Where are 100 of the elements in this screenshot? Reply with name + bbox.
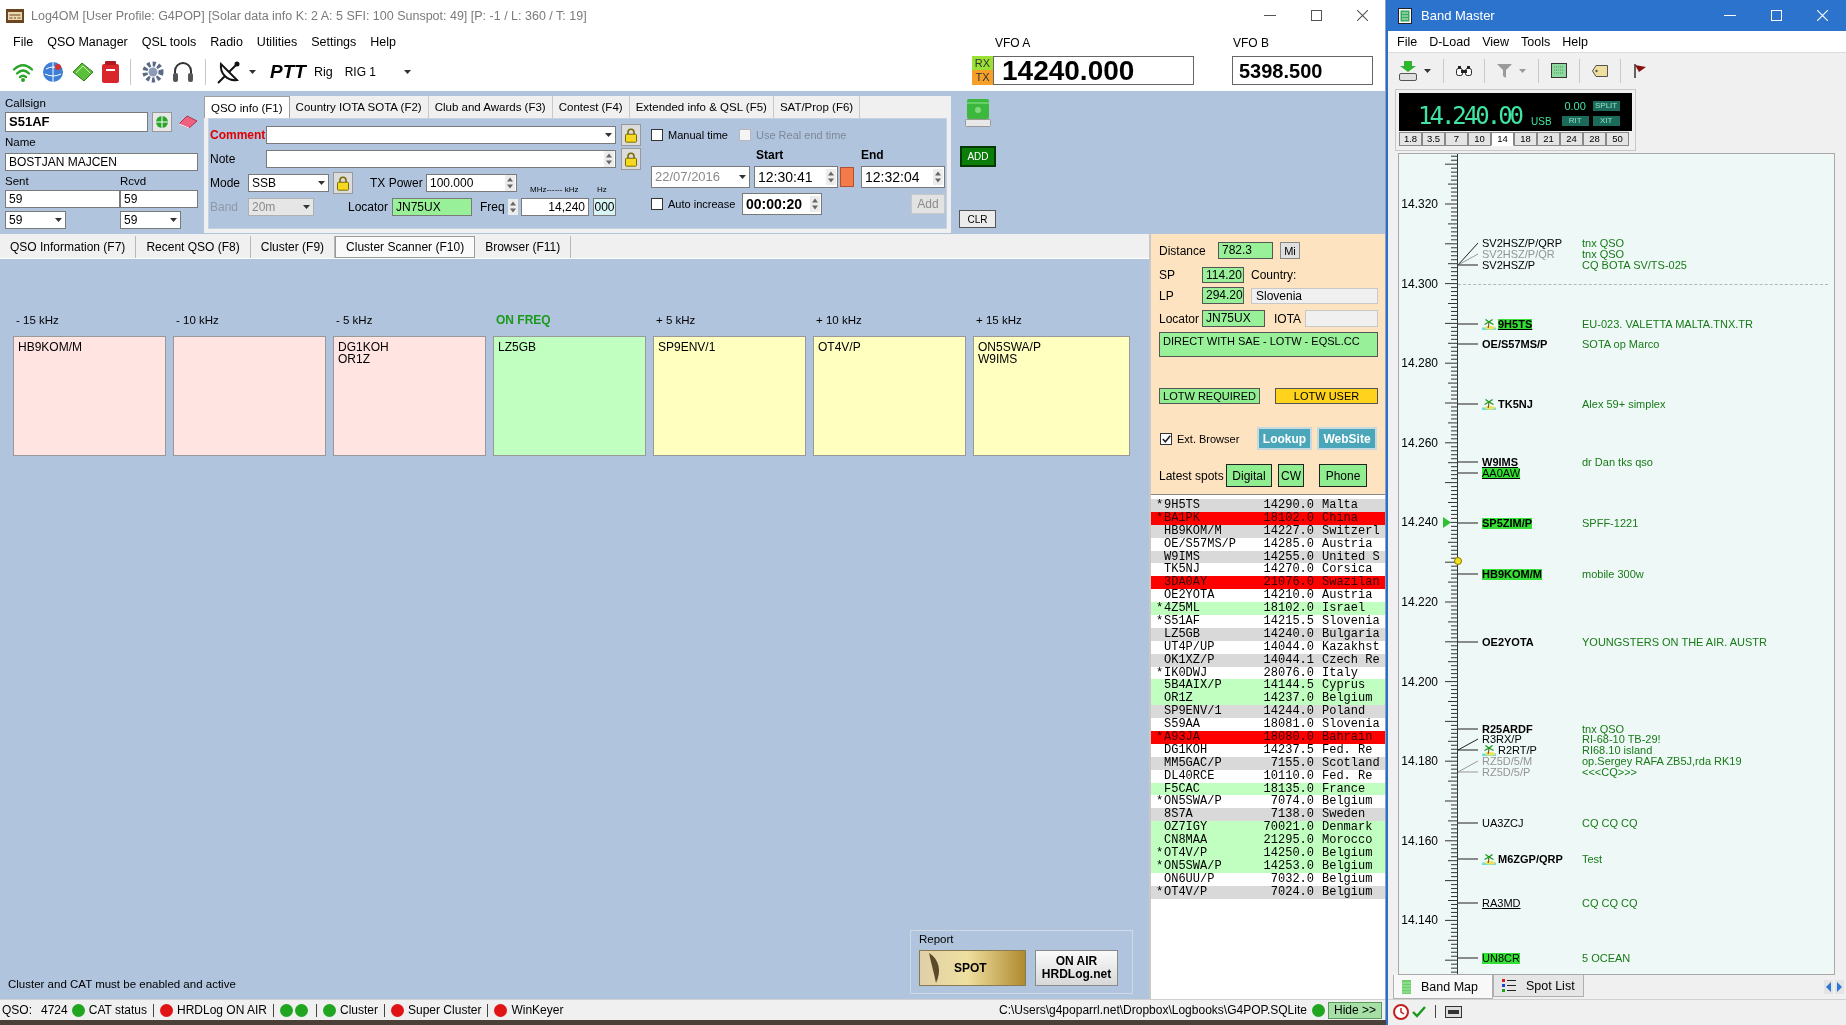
spot-button[interactable]: SPOT	[919, 950, 1026, 986]
spot-row[interactable]: OR1Z 14237.0 Belgium	[1151, 692, 1385, 706]
start-time-field[interactable]: 12:30:41	[754, 166, 838, 188]
close-icon[interactable]	[1357, 10, 1368, 21]
diamond-icon[interactable]	[72, 62, 94, 82]
band-button[interactable]: 18	[1514, 132, 1537, 146]
lock-button[interactable]	[621, 148, 641, 170]
spinner-icon[interactable]	[933, 169, 943, 185]
spot-box[interactable]: DG1KOH OR1Z	[333, 336, 486, 456]
menu-item[interactable]: QSL tools	[134, 35, 204, 49]
callsign[interactable]: 9H5TS	[1498, 318, 1533, 330]
checkbox[interactable]	[651, 129, 663, 141]
band-button[interactable]: 7	[1445, 132, 1468, 146]
menu-item[interactable]: D-Load	[1423, 34, 1477, 49]
callsign[interactable]: AA0AW	[1482, 467, 1521, 479]
menu-item[interactable]: File	[1391, 34, 1424, 49]
spot-row[interactable]: *4Z5ML 18102.0 Israel	[1151, 602, 1385, 615]
spot-row[interactable]: *A93JA 18080.0 Bahrain	[1151, 731, 1385, 744]
maximize-icon[interactable]	[1311, 10, 1322, 21]
hz-field[interactable]: 000	[593, 198, 616, 216]
spinner-icon[interactable]	[508, 199, 518, 215]
tab[interactable]: Band Map	[1393, 975, 1493, 999]
filter-button[interactable]: CW	[1278, 464, 1304, 487]
menu-item[interactable]: Tools	[1515, 34, 1557, 49]
checkbox[interactable]	[1160, 432, 1172, 445]
report-rcvd-field[interactable]: 59	[120, 190, 198, 208]
menu-item[interactable]: QSO Manager	[40, 35, 135, 49]
lock-button[interactable]	[621, 124, 641, 146]
caret-icon[interactable]	[1519, 68, 1526, 73]
gear-icon[interactable]	[142, 61, 164, 83]
headset-icon[interactable]	[172, 61, 194, 83]
filter-button[interactable]: Digital	[1226, 464, 1272, 487]
sent-dropdown[interactable]: 59	[5, 211, 66, 229]
menu-item[interactable]: File	[6, 35, 41, 49]
binoculars-icon[interactable]	[1456, 65, 1472, 76]
spot-box[interactable]: SP9ENV/1	[653, 336, 806, 456]
lcd-indicator[interactable]: XIT	[1592, 116, 1620, 126]
scroll-left-icon[interactable]	[1824, 980, 1833, 994]
clear-button[interactable]: CLR	[959, 210, 996, 228]
menu-item[interactable]: Help	[1556, 34, 1594, 49]
lcd-indicator[interactable]: RIT	[1561, 116, 1589, 126]
band-button[interactable]: 10	[1468, 132, 1491, 146]
callsign[interactable]: M6ZGP/QRP	[1498, 853, 1563, 865]
report-sent-field[interactable]: 59	[5, 190, 120, 208]
tx-power-field[interactable]: 100.000	[426, 174, 517, 192]
spot-row[interactable]: *OT4V/P 14250.0 Belgium	[1151, 847, 1385, 860]
flag-icon[interactable]	[1633, 63, 1647, 78]
band-button[interactable]: 28	[1583, 132, 1606, 146]
name-field[interactable]: BOSTJAN MAJCEN	[5, 153, 198, 171]
add-button[interactable]: ADD	[960, 146, 996, 167]
callsign-field[interactable]: S51AF	[5, 112, 148, 132]
hide-button[interactable]: Hide >>	[1327, 1001, 1382, 1019]
menu-item[interactable]: Settings	[304, 35, 364, 49]
spot-box[interactable]: ON5SWA/P W9IMS	[973, 336, 1130, 456]
callsign[interactable]: UA3ZCJ	[1482, 817, 1524, 829]
filter-button[interactable]: Phone	[1319, 464, 1367, 487]
callsign[interactable]: R2RT/P	[1498, 744, 1537, 756]
callsign[interactable]: SV2HSZ/P/QRP	[1482, 237, 1563, 249]
wifi-icon[interactable]	[12, 62, 34, 82]
spot-row[interactable]: *9H5TS 14290.0 Malta	[1151, 499, 1385, 512]
spinner-icon[interactable]	[810, 196, 820, 212]
callsign[interactable]: OT4V/P	[818, 341, 961, 353]
callsign[interactable]: HB9KOM/M	[18, 341, 161, 353]
spinner-icon[interactable]	[826, 169, 836, 185]
satellite-dish-icon[interactable]	[217, 60, 241, 84]
band-button[interactable]: 3.5	[1422, 132, 1445, 146]
ptt-label[interactable]: PTT	[270, 61, 306, 83]
on-air-button[interactable]: ON AIR HRDLog.net	[1035, 950, 1118, 986]
callsign[interactable]: OE2YOTA	[1482, 636, 1534, 648]
spot-row[interactable]: CN8MAA 21295.0 Morocco	[1151, 834, 1385, 848]
spot-box[interactable]: OT4V/P	[813, 336, 966, 456]
locator-field[interactable]: JN75UX	[392, 198, 472, 216]
callsign[interactable]: R25ARDF	[1482, 723, 1533, 735]
band-button[interactable]: 1.8	[1399, 132, 1422, 146]
checkbox[interactable]	[651, 198, 663, 210]
spot-row[interactable]: 3DA0AY 21076.0 Swazilan	[1151, 576, 1385, 590]
mode-dropdown[interactable]: SSB	[248, 174, 329, 192]
callsign[interactable]: DG1KOH	[338, 341, 481, 353]
download-icon[interactable]	[1399, 60, 1417, 81]
spot-row[interactable]: SP9ENV/1 14244.0 Poland	[1151, 705, 1385, 719]
callsign[interactable]: SP9ENV/1	[658, 341, 801, 353]
tab[interactable]: Cluster Scanner (F10)	[335, 236, 476, 258]
menu-item[interactable]: Utilities	[249, 35, 305, 49]
mailbox-icon[interactable]	[102, 61, 119, 83]
tab[interactable]: QSO info (F1)	[204, 96, 290, 118]
callsign[interactable]: HB9KOM/M	[1482, 568, 1542, 580]
callsign[interactable]: UN8CR	[1482, 952, 1520, 964]
callsign[interactable]: OR1Z	[338, 353, 481, 365]
lock-button[interactable]	[333, 172, 353, 194]
frequency-field[interactable]: 14,240	[521, 198, 589, 216]
callsign[interactable]: R3RX/P	[1482, 733, 1522, 745]
globe-icon[interactable]	[152, 112, 172, 132]
callsign[interactable]: W9IMS	[1482, 456, 1519, 468]
callsign[interactable]: RA3MD	[1482, 897, 1521, 909]
scroll-right-icon[interactable]	[1835, 980, 1844, 994]
band-button[interactable]: 14	[1491, 132, 1514, 146]
spot-row[interactable]: OZ7IGY 70021.0 Denmark	[1151, 821, 1385, 835]
callsign[interactable]: SV2HSZ/P	[1482, 259, 1536, 271]
lcd-indicator[interactable]: SPLIT	[1592, 101, 1620, 111]
eraser-icon[interactable]	[178, 115, 198, 129]
